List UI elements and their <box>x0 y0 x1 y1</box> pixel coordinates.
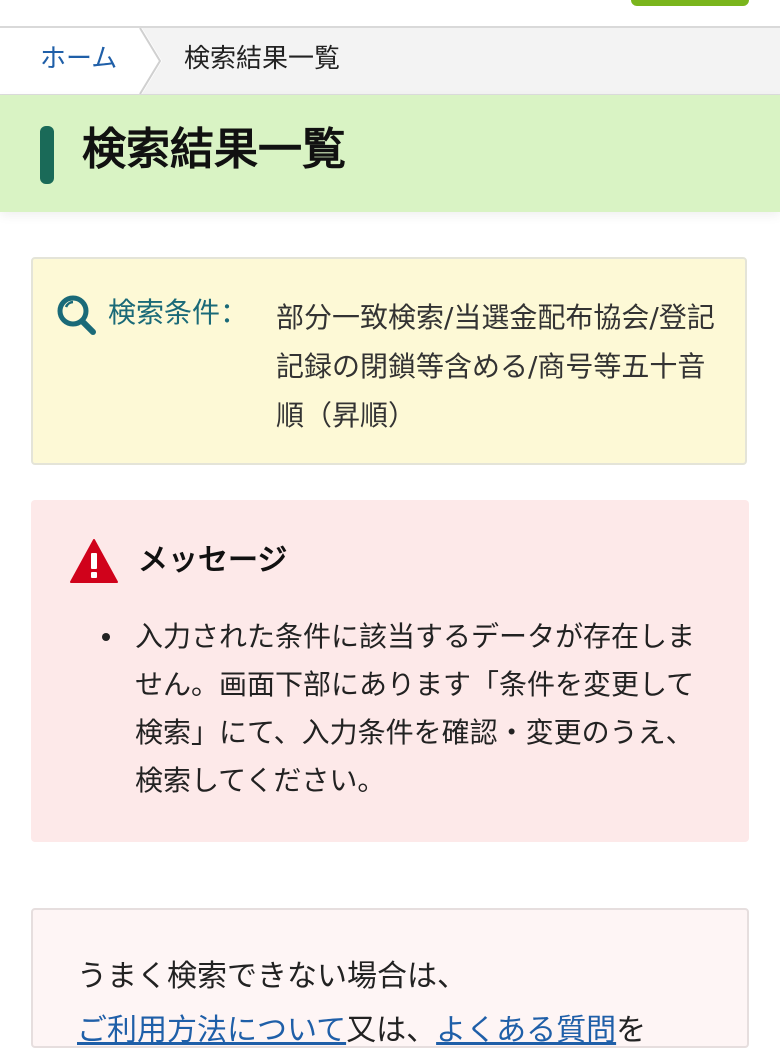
search-conditions-text: 部分一致検索/当選金配布協会/登記記録の閉鎖等含める/商号等五十音順（昇順） <box>276 301 715 432</box>
search-icon <box>57 295 96 335</box>
page-title: 検索結果一覧 <box>82 124 346 175</box>
page-title-band: 検索結果一覧 <box>0 95 780 212</box>
header-menu-button[interactable] <box>631 0 749 6</box>
warning-icon <box>70 539 118 583</box>
breadcrumb-home-item: ホーム <box>0 28 142 94</box>
message-box: メッセージ 入力された条件に該当するデータが存在しません。画面下部にあります「条… <box>31 500 749 842</box>
help-conjunction: 又は、 <box>346 1013 437 1048</box>
message-item-text: 入力された条件に該当するデータが存在しません。画面下部にあります「条件を変更して… <box>135 620 696 797</box>
breadcrumb: ホーム 検索結果一覧 <box>0 28 780 95</box>
breadcrumb-home-link[interactable]: ホーム <box>40 41 117 77</box>
help-links-line: ご利用方法について又は、よくある質問を <box>77 1010 646 1052</box>
top-header <box>0 0 780 28</box>
search-conditions-box: 検索条件： 部分一致検索/当選金配布協会/登記記録の閉鎖等含める/商号等五十音順… <box>31 257 747 465</box>
help-box: うまく検索できない場合は、 ご利用方法について又は、よくある質問を <box>31 908 749 1048</box>
help-intro-text: うまく検索できない場合は、 <box>77 959 467 994</box>
breadcrumb-separator-icon <box>138 28 162 94</box>
title-accent-bar <box>40 126 54 184</box>
breadcrumb-current: 検索結果一覧 <box>184 44 341 74</box>
usage-guide-link[interactable]: ご利用方法について <box>77 1013 346 1048</box>
search-conditions-label: 検索条件： <box>108 296 249 329</box>
message-title: メッセージ <box>138 543 288 578</box>
help-suffix: を <box>616 1013 647 1048</box>
faq-link[interactable]: よくある質問 <box>436 1013 616 1048</box>
bullet <box>102 633 110 641</box>
